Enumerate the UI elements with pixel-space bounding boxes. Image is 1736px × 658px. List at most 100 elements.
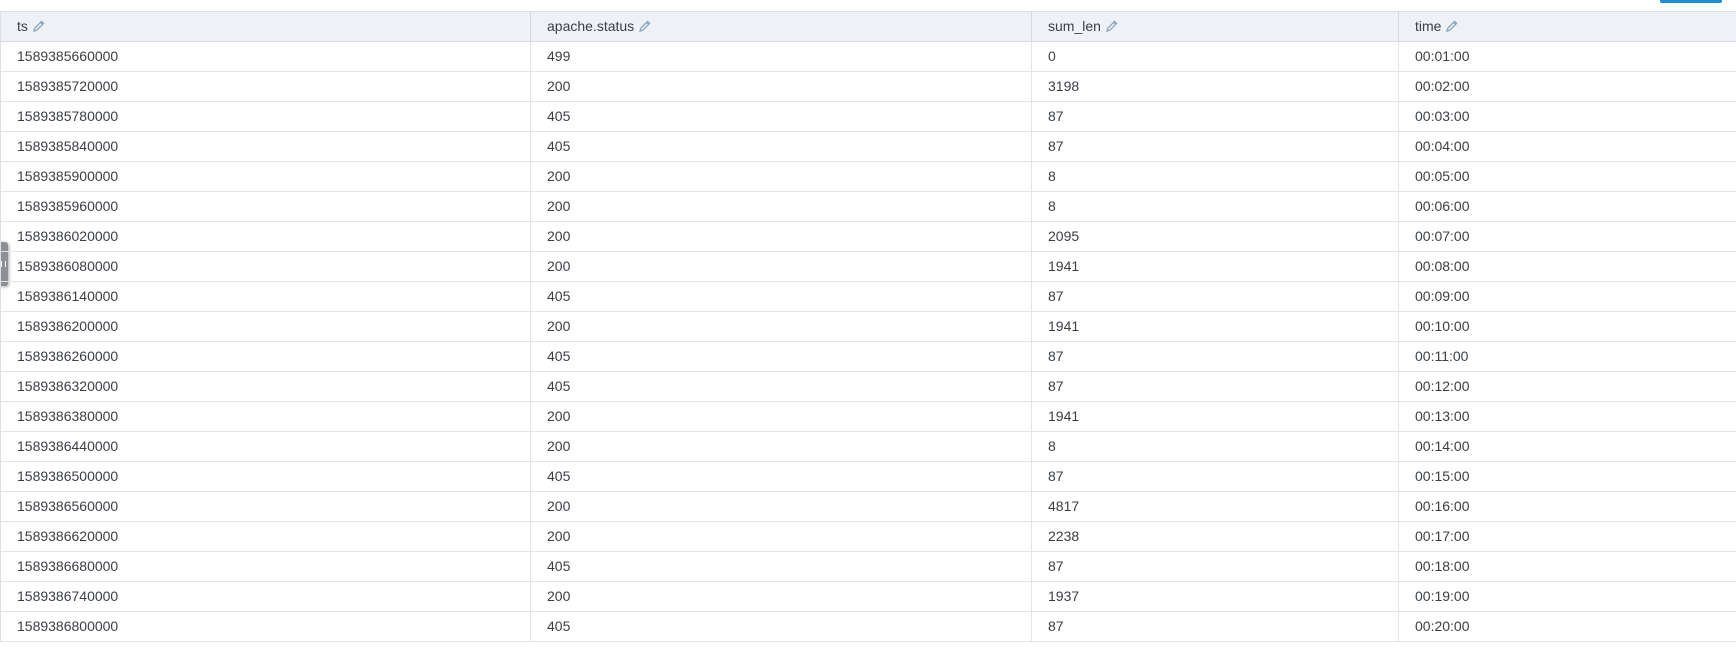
cell-time: 00:08:00 (1415, 258, 1470, 274)
cell-ts: 1589386380000 (1, 402, 531, 431)
table-row: 1589386320000 405 87 00:12:00 (1, 372, 1736, 402)
table-row: 1589385780000 405 87 00:03:00 (1, 102, 1736, 132)
cell-time: 00:01:00 (1415, 48, 1470, 64)
cell-sum-len: 0 (1032, 42, 1399, 71)
table-row: 1589386200000 200 1941 00:10:00 (1, 312, 1736, 342)
cell-apache-status: 200 (531, 582, 1032, 611)
cell-sum-len: 87 (1032, 102, 1399, 131)
cell-ts: 1589386740000 (1, 582, 531, 611)
cell-sum-len: 87 (1032, 372, 1399, 401)
cell-apache-status: 200 (531, 312, 1032, 341)
table-row: 1589386500000 405 87 00:15:00 (1, 462, 1736, 492)
column-header-apache-status[interactable]: apache.status (531, 12, 1032, 41)
cell-apache-status: 200 (531, 72, 1032, 101)
cell-ts: 1589386260000 (1, 342, 531, 371)
cell-ts: 1589385840000 (1, 132, 531, 161)
table-row: 1589385660000 499 0 00:01:00 (1, 42, 1736, 72)
cell-apache-status: 200 (531, 402, 1032, 431)
table-row: 1589385840000 405 87 00:04:00 (1, 132, 1736, 162)
cell-sum-len: 8 (1032, 162, 1399, 191)
table-row: 1589386440000 200 8 00:14:00 (1, 432, 1736, 462)
pencil-icon[interactable] (638, 19, 652, 33)
table-row: 1589386380000 200 1941 00:13:00 (1, 402, 1736, 432)
pencil-icon[interactable] (32, 19, 46, 33)
cell-sum-len: 2238 (1032, 522, 1399, 551)
cell-sum-len: 4817 (1032, 492, 1399, 521)
cell-apache-status: 405 (531, 282, 1032, 311)
cell-apache-status: 200 (531, 192, 1032, 221)
cell-sum-len: 1941 (1032, 252, 1399, 281)
table-row: 1589386740000 200 1937 00:19:00 (1, 582, 1736, 612)
cell-apache-status: 405 (531, 462, 1032, 491)
table-row: 1589385900000 200 8 00:05:00 (1, 162, 1736, 192)
cell-ts: 1589385660000 (1, 42, 531, 71)
cell-apache-status: 200 (531, 252, 1032, 281)
column-header-label: apache.status (547, 18, 635, 34)
cell-apache-status: 200 (531, 492, 1032, 521)
cell-time: 00:03:00 (1415, 108, 1470, 124)
cell-apache-status: 499 (531, 42, 1032, 71)
cell-time: 00:09:00 (1415, 288, 1470, 304)
cell-sum-len: 87 (1032, 612, 1399, 641)
cell-ts: 1589386080000 (1, 252, 531, 281)
cell-time: 00:13:00 (1415, 408, 1470, 424)
top-accent-bar (1660, 0, 1722, 3)
table-row: 1589385720000 200 3198 00:02:00 (1, 72, 1736, 102)
cell-ts: 1589386800000 (1, 612, 531, 641)
table-row: 1589386080000 200 1941 00:08:00 (1, 252, 1736, 282)
cell-sum-len: 87 (1032, 342, 1399, 371)
cell-time: 00:05:00 (1415, 168, 1470, 184)
cell-apache-status: 405 (531, 612, 1032, 641)
column-header-label: time (1415, 18, 1442, 34)
cell-ts: 1589386440000 (1, 432, 531, 461)
cell-sum-len: 1941 (1032, 312, 1399, 341)
cell-time: 00:11:00 (1415, 348, 1469, 364)
pencil-icon[interactable] (1105, 19, 1119, 33)
cell-time: 00:06:00 (1415, 198, 1470, 214)
table-row: 1589385960000 200 8 00:06:00 (1, 192, 1736, 222)
cell-time: 00:12:00 (1415, 378, 1470, 394)
cell-time: 00:16:00 (1415, 498, 1470, 514)
cell-ts: 1589386200000 (1, 312, 531, 341)
cell-ts: 1589386680000 (1, 552, 531, 581)
cell-sum-len: 87 (1032, 552, 1399, 581)
cell-apache-status: 405 (531, 342, 1032, 371)
cell-time: 00:02:00 (1415, 78, 1470, 94)
cell-time: 00:18:00 (1415, 558, 1470, 574)
cell-apache-status: 405 (531, 102, 1032, 131)
column-header-label: ts (17, 18, 28, 34)
table-row: 1589386020000 200 2095 00:07:00 (1, 222, 1736, 252)
cell-apache-status: 200 (531, 522, 1032, 551)
cell-apache-status: 405 (531, 132, 1032, 161)
cell-sum-len: 1941 (1032, 402, 1399, 431)
cell-apache-status: 200 (531, 162, 1032, 191)
cell-ts: 1589385900000 (1, 162, 531, 191)
pencil-icon[interactable] (1445, 19, 1459, 33)
cell-sum-len: 1937 (1032, 582, 1399, 611)
cell-ts: 1589386320000 (1, 372, 531, 401)
column-header-ts[interactable]: ts (1, 12, 531, 41)
table-row: 1589386260000 405 87 00:11:00 (1, 342, 1736, 372)
cell-ts: 1589385780000 (1, 102, 531, 131)
cell-apache-status: 200 (531, 222, 1032, 251)
table-row: 1589386800000 405 87 00:20:00 (1, 612, 1736, 642)
cell-apache-status: 405 (531, 552, 1032, 581)
table-row: 1589386560000 200 4817 00:16:00 (1, 492, 1736, 522)
column-header-sum-len[interactable]: sum_len (1032, 12, 1399, 41)
table-header-row: ts apache.status sum_len time (1, 12, 1736, 42)
cell-time: 00:19:00 (1415, 588, 1470, 604)
cell-ts: 1589386020000 (1, 222, 531, 251)
cell-sum-len: 87 (1032, 462, 1399, 491)
table-row: 1589386620000 200 2238 00:17:00 (1, 522, 1736, 552)
cell-sum-len: 8 (1032, 192, 1399, 221)
cell-time: 00:17:00 (1415, 528, 1470, 544)
cell-time: 00:20:00 (1415, 618, 1470, 634)
cell-time: 00:10:00 (1415, 318, 1470, 334)
results-table: ts apache.status sum_len time 1589385660… (0, 11, 1736, 642)
table-row: 1589386680000 405 87 00:18:00 (1, 552, 1736, 582)
column-header-time[interactable]: time (1399, 12, 1736, 41)
column-header-label: sum_len (1048, 18, 1101, 34)
cell-ts: 1589385720000 (1, 72, 531, 101)
cell-apache-status: 405 (531, 372, 1032, 401)
table-row: 1589386140000 405 87 00:09:00 (1, 282, 1736, 312)
